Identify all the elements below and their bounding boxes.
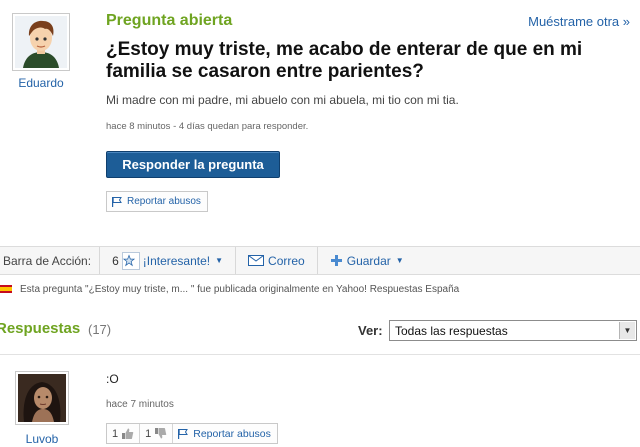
interesting-count: 6	[112, 253, 119, 268]
answerer-profile: Luvob	[14, 371, 70, 446]
answer-time: hace 7 minutos	[106, 399, 174, 410]
email-label: Correo	[268, 253, 305, 268]
divider	[0, 354, 640, 355]
answers-filter-value: Todas las respuestas	[395, 323, 508, 338]
answers-count: (17)	[88, 322, 112, 337]
chevron-down-icon[interactable]: ▼	[619, 322, 635, 339]
star-icon	[121, 251, 140, 270]
answer-actions: 1 1 Reportar abusos	[106, 423, 278, 444]
answers-filter-select[interactable]: Todas las respuestas ▼	[389, 320, 637, 341]
report-abuse-label: Reportar abusos	[127, 196, 201, 207]
thumbs-up-button[interactable]: 1	[107, 424, 141, 443]
interesting-button[interactable]: 6 ¡Interesante! ▼	[100, 247, 237, 274]
question-meta: hace 8 minutos - 4 días quedan para resp…	[106, 121, 309, 132]
origin-note: Esta pregunta "¿Estoy muy triste, m... "…	[0, 281, 459, 297]
asker-avatar[interactable]	[12, 13, 70, 71]
email-button[interactable]: Correo	[236, 247, 318, 274]
question-title: ¿Estoy muy triste, me acabo de enterar d…	[106, 39, 583, 82]
thumbs-up-count: 1	[112, 427, 119, 440]
thumbs-down-button[interactable]: 1	[140, 424, 174, 443]
interesting-label: ¡Interesante!	[142, 253, 211, 268]
show-other-link[interactable]: Muéstrame otra »	[528, 14, 630, 29]
answerer-avatar-image	[18, 374, 66, 422]
action-bar: Barra de Acción: 6 ¡Interesante! ▼ Corre…	[0, 246, 640, 275]
chevron-down-icon: ▼	[215, 256, 224, 265]
answerer-avatar[interactable]	[15, 371, 69, 425]
answer-report-label: Reportar abusos	[193, 427, 271, 440]
answer-question-button[interactable]: Responder la pregunta	[106, 151, 280, 178]
plus-icon	[330, 255, 342, 266]
answer-item: Luvob :O hace 7 minutos 1 1 Reportar abu…	[0, 365, 640, 447]
thumbs-down-count: 1	[145, 427, 152, 440]
asker-profile: Eduardo	[10, 13, 72, 90]
save-button[interactable]: Guardar ▼	[318, 247, 416, 274]
thumbs-down-icon	[155, 428, 167, 439]
question-status: Pregunta abierta	[106, 12, 233, 29]
answer-report-button[interactable]: Reportar abusos	[173, 424, 277, 443]
answer-text: :O	[106, 372, 119, 386]
answers-header: Respuestas (17) Ver: Todas las respuesta…	[0, 320, 640, 342]
question-block: Eduardo Pregunta abierta Muéstrame otra …	[0, 0, 640, 245]
email-icon	[248, 255, 265, 266]
thumbs-up-icon	[122, 428, 134, 439]
flag-icon	[112, 196, 122, 207]
chevron-down-icon: ▼	[395, 256, 404, 265]
question-detail: Mi madre con mi padre, mi abuelo con mi …	[106, 93, 459, 107]
asker-avatar-image	[15, 16, 67, 68]
origin-note-text: Esta pregunta "¿Estoy muy triste, m... "…	[20, 283, 460, 295]
report-abuse-button[interactable]: Reportar abusos	[106, 191, 208, 212]
action-bar-label: Barra de Acción:	[0, 247, 101, 274]
answers-title: Respuestas	[0, 320, 81, 337]
flag-icon	[178, 428, 189, 439]
spain-flag-icon	[0, 285, 12, 293]
asker-name[interactable]: Eduardo	[10, 76, 72, 90]
answerer-name[interactable]: Luvob	[14, 432, 70, 446]
filter-label: Ver:	[358, 323, 383, 338]
save-label: Guardar	[346, 253, 391, 268]
